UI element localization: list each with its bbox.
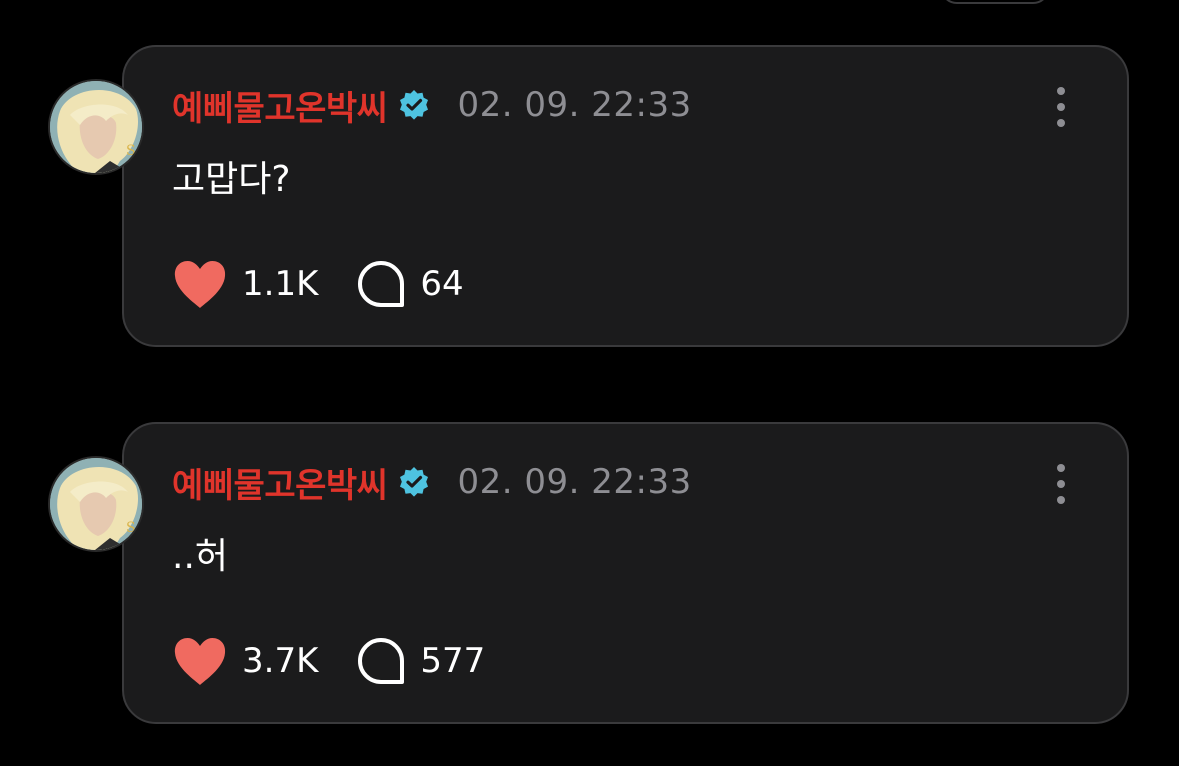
avatar[interactable]: Se xyxy=(48,79,144,175)
post-header: 예삐물고온박씨 02. 09. 22:33 xyxy=(172,81,692,130)
post-header: 예삐물고온박씨 02. 09. 22:33 xyxy=(172,458,692,507)
more-vertical-icon[interactable] xyxy=(1051,464,1071,504)
like-button[interactable]: 1.1K xyxy=(172,258,318,310)
post-text: ..허 xyxy=(172,536,229,577)
like-count: 1.1K xyxy=(242,264,319,304)
feed: 예삐물고온박씨 02. 09. 22:33 고맙다? 1.1K 64 Se 예삐… xyxy=(0,0,1179,766)
comment-count: 577 xyxy=(420,641,486,681)
post-card[interactable]: 예삐물고온박씨 02. 09. 22:33 ..허 3.7K 577 xyxy=(122,422,1129,724)
comment-button[interactable]: 577 xyxy=(356,636,485,686)
verified-badge-icon xyxy=(397,88,431,122)
username[interactable]: 예삐물고온박씨 xyxy=(172,458,388,507)
verified-badge-icon xyxy=(397,465,431,499)
post-text: 고맙다? xyxy=(172,159,291,200)
post-timestamp: 02. 09. 22:33 xyxy=(457,85,692,125)
comment-bubble-icon xyxy=(356,259,406,309)
top-pill-button[interactable] xyxy=(940,0,1050,4)
more-vertical-icon[interactable] xyxy=(1051,87,1071,127)
like-button[interactable]: 3.7K xyxy=(172,635,318,687)
avatar[interactable]: Se xyxy=(48,456,144,552)
post-actions: 3.7K 577 xyxy=(172,634,485,688)
comment-count: 64 xyxy=(420,264,464,304)
post-actions: 1.1K 64 xyxy=(172,257,464,311)
post-timestamp: 02. 09. 22:33 xyxy=(457,462,692,502)
comment-button[interactable]: 64 xyxy=(356,259,464,309)
heart-icon xyxy=(172,258,228,310)
post-card[interactable]: 예삐물고온박씨 02. 09. 22:33 고맙다? 1.1K 64 xyxy=(122,45,1129,347)
like-count: 3.7K xyxy=(242,641,319,681)
username[interactable]: 예삐물고온박씨 xyxy=(172,81,388,130)
heart-icon xyxy=(172,635,228,687)
comment-bubble-icon xyxy=(356,636,406,686)
